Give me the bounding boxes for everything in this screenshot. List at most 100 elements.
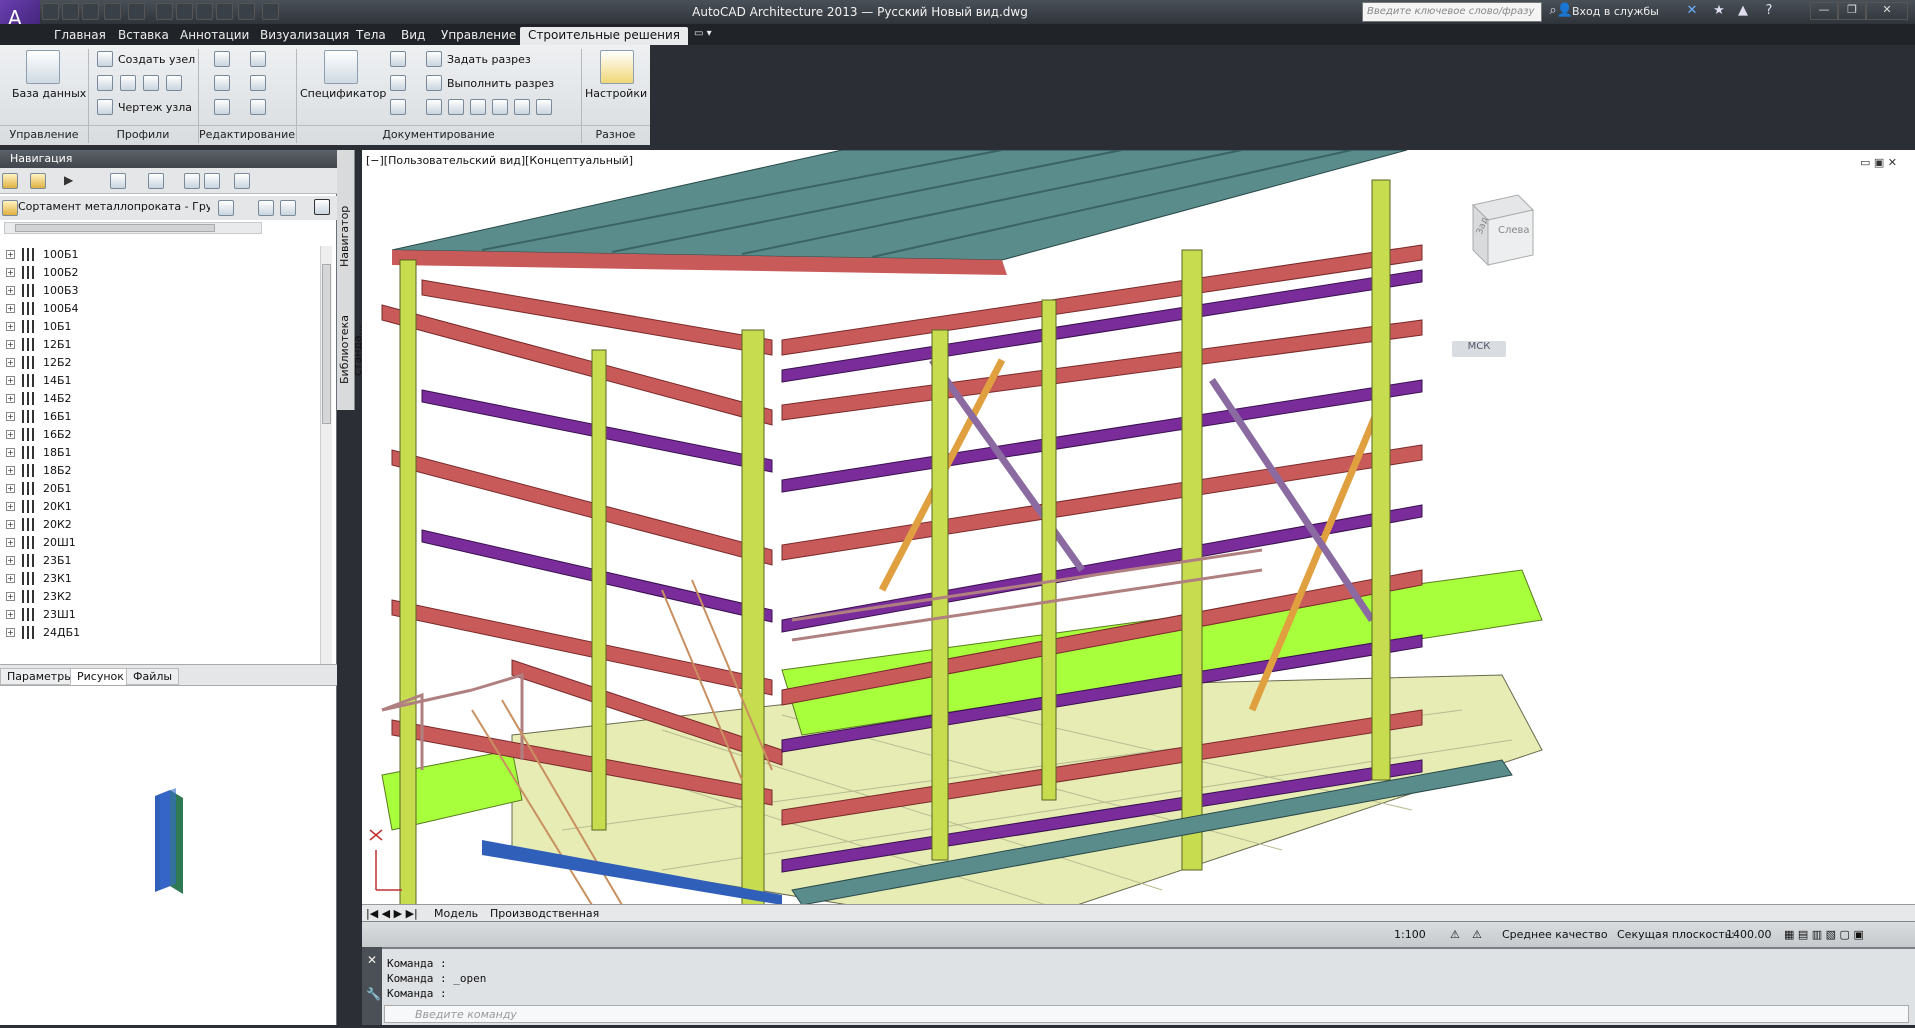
- quality-select[interactable]: Среднее качество: [1502, 928, 1608, 941]
- tree-item[interactable]: +20Б1: [0, 480, 320, 498]
- make-section-icon[interactable]: [426, 75, 442, 91]
- tree-item[interactable]: +100Б1: [0, 246, 320, 264]
- specifier-icon[interactable]: [324, 50, 358, 84]
- doc-tool-2-icon[interactable]: [390, 75, 406, 91]
- expand-icon[interactable]: +: [6, 340, 15, 349]
- tab-solids[interactable]: Тела: [356, 27, 386, 45]
- play-icon[interactable]: ▶: [64, 173, 80, 189]
- ucs-menu[interactable]: МСК: [1452, 341, 1506, 357]
- find-icon[interactable]: [184, 173, 200, 189]
- viewport-window-controls[interactable]: ▭ ▣ ✕: [1860, 156, 1897, 169]
- palette-icon[interactable]: [234, 173, 250, 189]
- tab-files[interactable]: Файлы: [126, 668, 180, 685]
- profile-tool-4-icon[interactable]: [166, 75, 182, 91]
- command-input[interactable]: Введите команду: [384, 1005, 1909, 1023]
- tab-manage[interactable]: Управление: [441, 27, 516, 45]
- tree-item[interactable]: +100Б2: [0, 264, 320, 282]
- tree-item[interactable]: +12Б1: [0, 336, 320, 354]
- node-drawing-icon[interactable]: [97, 99, 113, 115]
- doc-tool-4-icon[interactable]: [426, 99, 442, 115]
- tab-structural[interactable]: Строительные решения: [520, 27, 688, 45]
- expand-icon[interactable]: +: [6, 538, 15, 547]
- expand-icon[interactable]: +: [6, 412, 15, 421]
- tree-item[interactable]: +14Б1: [0, 372, 320, 390]
- annotation-scale[interactable]: 1:100: [1394, 928, 1426, 941]
- tree-view-icon[interactable]: [110, 173, 126, 189]
- tree-item[interactable]: +10Б1: [0, 318, 320, 336]
- expand-icon[interactable]: +: [6, 466, 15, 475]
- redo-icon[interactable]: [128, 3, 145, 20]
- maximize-button[interactable]: ❐: [1838, 2, 1866, 20]
- auto-scale-icon[interactable]: ⚠: [1472, 928, 1482, 941]
- set-section-button[interactable]: Задать разрез: [447, 53, 531, 66]
- expand-icon[interactable]: +: [6, 628, 15, 637]
- catalog-select[interactable]: Сортамент металлопроката - Груп...: [18, 200, 210, 217]
- view-cube[interactable]: Зад Слева: [1438, 185, 1548, 278]
- edit-tool-6-icon[interactable]: [250, 99, 266, 115]
- funnel-icon[interactable]: [204, 173, 220, 189]
- create-node-icon[interactable]: [97, 51, 113, 67]
- doc-tool-5-icon[interactable]: [448, 99, 464, 115]
- horizontal-scrollbar[interactable]: [4, 222, 262, 234]
- doc-tool-9-icon[interactable]: [536, 99, 552, 115]
- doc-tool-1-icon[interactable]: [390, 51, 406, 67]
- panel-misc[interactable]: Разное: [581, 125, 650, 143]
- doc-tool-7-icon[interactable]: [492, 99, 508, 115]
- ribbon-options-icon[interactable]: ▭ ▾: [694, 27, 712, 45]
- status-tools-icon[interactable]: ▦ ▤ ▥ ▧ ▢ ▣: [1784, 928, 1864, 941]
- tree-item[interactable]: +23К2: [0, 588, 320, 606]
- model-viewport[interactable]: [−][Пользовательский вид][Концептуальный…: [362, 150, 1915, 905]
- node-drawing-button[interactable]: Чертеж узла: [118, 101, 192, 114]
- expand-icon[interactable]: +: [6, 430, 15, 439]
- nav-open-icon[interactable]: [258, 200, 274, 216]
- navigator-selector[interactable]: Сортамент металлопроката - Груп...: [0, 196, 337, 220]
- new-file-icon[interactable]: [42, 3, 59, 20]
- nav-add-icon[interactable]: [280, 200, 296, 216]
- cube-face-left[interactable]: Слева: [1498, 225, 1530, 236]
- tab-view[interactable]: Вид: [401, 27, 425, 45]
- expand-icon[interactable]: +: [6, 268, 15, 277]
- database-icon[interactable]: [26, 50, 60, 84]
- plot-icon[interactable]: [156, 3, 173, 20]
- close-button[interactable]: ✕: [1866, 2, 1908, 20]
- exchange-icon[interactable]: ✕: [1683, 3, 1701, 21]
- tree-item[interactable]: +23Б1: [0, 552, 320, 570]
- expand-icon[interactable]: +: [6, 358, 15, 367]
- side-tab-navigator[interactable]: Навигатор: [338, 196, 354, 276]
- tab-visualize[interactable]: Визуализация: [260, 27, 349, 45]
- tree-item[interactable]: +14Б2: [0, 390, 320, 408]
- make-section-button[interactable]: Выполнить разрез: [447, 77, 554, 90]
- edit-tool-3-icon[interactable]: [214, 75, 230, 91]
- create-node-button[interactable]: Создать узел: [118, 53, 195, 66]
- tree-item[interactable]: +20К1: [0, 498, 320, 516]
- structure-3d-model[interactable]: [362, 150, 1915, 905]
- tab-home[interactable]: Главная: [54, 27, 106, 45]
- annotation-visibility-icon[interactable]: ⚠: [1450, 928, 1460, 941]
- settings-big-icon[interactable]: [600, 50, 634, 84]
- help-icon[interactable]: ?: [1760, 3, 1778, 21]
- edit-tool-2-icon[interactable]: [250, 51, 266, 67]
- import-icon[interactable]: [30, 173, 46, 189]
- tree-item[interactable]: +23Ш1: [0, 606, 320, 624]
- expand-icon[interactable]: +: [6, 592, 15, 601]
- expand-icon[interactable]: +: [6, 484, 15, 493]
- expand-icon[interactable]: +: [6, 520, 15, 529]
- save-icon[interactable]: [82, 3, 99, 20]
- expand-icon[interactable]: +: [6, 250, 15, 259]
- undo-icon[interactable]: [104, 3, 121, 20]
- settings-button[interactable]: Настройки: [585, 87, 647, 100]
- tab-annotate[interactable]: Аннотации: [180, 27, 249, 45]
- tab-model[interactable]: Модель: [434, 907, 478, 920]
- panel-manage[interactable]: Управление: [0, 125, 88, 143]
- expand-icon[interactable]: +: [6, 394, 15, 403]
- edit-tool-5-icon[interactable]: [214, 99, 230, 115]
- panel-documenting[interactable]: Документирование: [296, 125, 581, 143]
- stay-connected-icon[interactable]: ★: [1710, 3, 1728, 21]
- render-icon[interactable]: [262, 3, 279, 20]
- customize-icon[interactable]: 🔧: [366, 987, 381, 1001]
- tree-item[interactable]: +18Б2: [0, 462, 320, 480]
- layout-nav-arrows[interactable]: |◀ ◀ ▶ ▶|: [366, 907, 418, 920]
- pin-icon[interactable]: [314, 199, 330, 215]
- open-file-icon[interactable]: [62, 3, 79, 20]
- expand-icon[interactable]: +: [6, 322, 15, 331]
